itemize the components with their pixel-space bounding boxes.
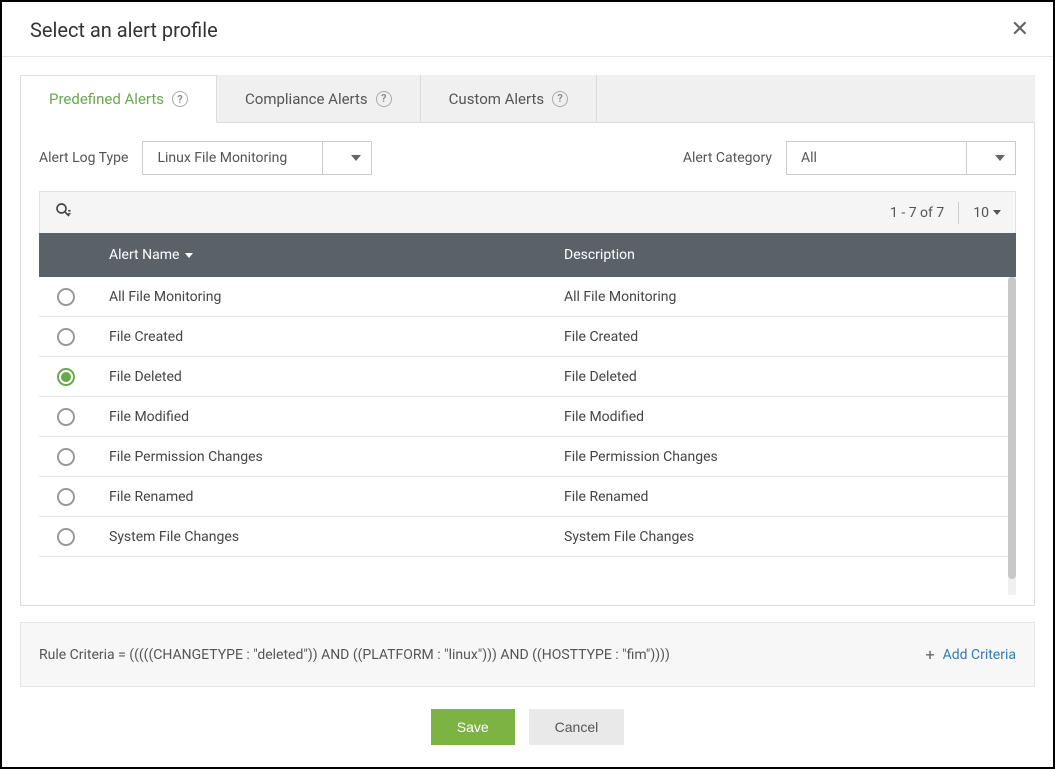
- radio-button[interactable]: [57, 408, 75, 426]
- alert-name-cell: File Created: [109, 329, 564, 345]
- toolbar-right: 1 - 7 of 7 10: [890, 202, 1001, 224]
- tab-custom-alerts[interactable]: Custom Alerts ?: [421, 75, 597, 122]
- radio-button[interactable]: [57, 528, 75, 546]
- col-name-label: Alert Name: [109, 247, 179, 263]
- tab-label: Custom Alerts: [449, 90, 544, 108]
- chevron-down-icon: [966, 142, 1005, 174]
- cancel-button[interactable]: Cancel: [529, 709, 625, 745]
- help-icon[interactable]: ?: [376, 91, 392, 107]
- radio-button[interactable]: [57, 328, 75, 346]
- divider: [958, 202, 959, 224]
- modal-header: Select an alert profile ✕: [2, 2, 1053, 57]
- alert-desc-cell: File Permission Changes: [564, 449, 1015, 465]
- alert-profile-modal: Select an alert profile ✕ Predefined Ale…: [0, 0, 1055, 769]
- radio-cell: [39, 488, 109, 506]
- alert-name-cell: System File Changes: [109, 529, 564, 545]
- rule-criteria-text: Rule Criteria = (((((CHANGETYPE : "delet…: [39, 647, 670, 663]
- radio-button[interactable]: [57, 368, 75, 386]
- alert-desc-cell: File Created: [564, 329, 1015, 345]
- add-criteria-link[interactable]: + Add Criteria: [925, 645, 1016, 664]
- filter-group-log-type: Alert Log Type Linux File Monitoring: [39, 141, 372, 175]
- alert-desc-cell: File Renamed: [564, 489, 1015, 505]
- radio-button[interactable]: [57, 488, 75, 506]
- alert-name-cell: File Modified: [109, 409, 564, 425]
- save-button[interactable]: Save: [431, 709, 515, 745]
- alert-desc-cell: File Deleted: [564, 369, 1015, 385]
- chevron-down-icon: [993, 210, 1001, 215]
- col-header-description[interactable]: Description: [564, 247, 1016, 263]
- col-header-name[interactable]: Alert Name: [109, 247, 564, 263]
- col-desc-label: Description: [564, 247, 635, 263]
- sort-desc-icon: [185, 253, 193, 258]
- search-icon[interactable]: [54, 201, 72, 224]
- table-body[interactable]: All File MonitoringAll File MonitoringFi…: [39, 277, 1016, 595]
- radio-button[interactable]: [57, 288, 75, 306]
- alert-desc-cell: All File Monitoring: [564, 289, 1015, 305]
- log-type-label: Alert Log Type: [39, 150, 128, 166]
- table-row[interactable]: File DeletedFile Deleted: [39, 357, 1015, 397]
- alert-name-cell: File Permission Changes: [109, 449, 564, 465]
- page-size-value: 10: [973, 205, 989, 221]
- scrollbar-thumb[interactable]: [1008, 277, 1016, 579]
- table-row[interactable]: All File MonitoringAll File Monitoring: [39, 277, 1015, 317]
- alert-name-cell: All File Monitoring: [109, 289, 564, 305]
- table-header: Alert Name Description: [39, 233, 1016, 277]
- filter-row: Alert Log Type Linux File Monitoring Ale…: [39, 141, 1016, 175]
- table-row[interactable]: File CreatedFile Created: [39, 317, 1015, 357]
- tab-bar: Predefined Alerts ? Compliance Alerts ? …: [20, 75, 1035, 123]
- modal-body: Predefined Alerts ? Compliance Alerts ? …: [2, 57, 1053, 687]
- filter-group-category: Alert Category All: [683, 141, 1016, 175]
- tab-predefined-alerts[interactable]: Predefined Alerts ?: [20, 75, 217, 123]
- modal-title: Select an alert profile: [30, 18, 218, 42]
- criteria-panel: Rule Criteria = (((((CHANGETYPE : "delet…: [20, 622, 1035, 687]
- page-size-selector[interactable]: 10: [973, 205, 1001, 221]
- tab-label: Predefined Alerts: [49, 90, 164, 108]
- pagination-text: 1 - 7 of 7: [890, 205, 944, 221]
- radio-button[interactable]: [57, 448, 75, 466]
- category-label: Alert Category: [683, 150, 772, 166]
- table-row[interactable]: System File ChangesSystem File Changes: [39, 517, 1015, 557]
- chevron-down-icon: [322, 142, 361, 174]
- alert-desc-cell: File Modified: [564, 409, 1015, 425]
- alert-name-cell: File Renamed: [109, 489, 564, 505]
- radio-cell: [39, 408, 109, 426]
- radio-cell: [39, 368, 109, 386]
- radio-cell: [39, 448, 109, 466]
- alert-name-cell: File Deleted: [109, 369, 564, 385]
- help-icon[interactable]: ?: [552, 91, 568, 107]
- category-dropdown[interactable]: All: [786, 141, 1016, 175]
- scrollbar[interactable]: [1008, 277, 1016, 595]
- help-icon[interactable]: ?: [172, 91, 188, 107]
- radio-cell: [39, 528, 109, 546]
- radio-cell: [39, 288, 109, 306]
- table-wrap: Alert Name Description All File Monitori…: [39, 233, 1016, 595]
- add-criteria-label: Add Criteria: [943, 647, 1016, 663]
- close-icon[interactable]: ✕: [1011, 19, 1029, 41]
- radio-cell: [39, 328, 109, 346]
- tab-compliance-alerts[interactable]: Compliance Alerts ?: [217, 75, 421, 122]
- plus-icon: +: [925, 645, 934, 664]
- table-row[interactable]: File Permission ChangesFile Permission C…: [39, 437, 1015, 477]
- table-row[interactable]: File RenamedFile Renamed: [39, 477, 1015, 517]
- log-type-dropdown[interactable]: Linux File Monitoring: [142, 141, 372, 175]
- modal-footer: Save Cancel: [2, 687, 1053, 767]
- alert-desc-cell: System File Changes: [564, 529, 1015, 545]
- category-value: All: [801, 150, 817, 166]
- tab-label: Compliance Alerts: [245, 90, 368, 108]
- tab-content: Alert Log Type Linux File Monitoring Ale…: [20, 123, 1035, 606]
- table-row[interactable]: File ModifiedFile Modified: [39, 397, 1015, 437]
- log-type-value: Linux File Monitoring: [157, 150, 287, 166]
- table-toolbar: 1 - 7 of 7 10: [39, 191, 1016, 233]
